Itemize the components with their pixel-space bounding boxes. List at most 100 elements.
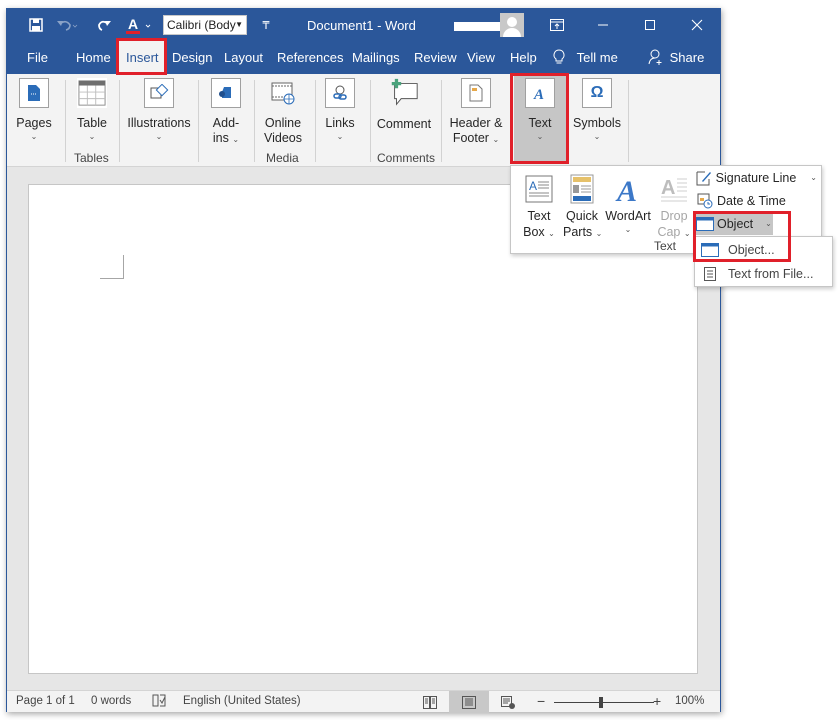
group-separator bbox=[254, 80, 255, 162]
symbols-icon: Ω bbox=[582, 78, 612, 108]
tab-review[interactable]: Review bbox=[414, 41, 457, 74]
chevron-down-icon: ⌄ bbox=[595, 229, 603, 238]
links-button[interactable]: Links ⌄ bbox=[322, 78, 358, 143]
online-videos-icon bbox=[268, 78, 298, 108]
chevron-down-icon: ⌄ bbox=[536, 132, 544, 141]
drop-cap-label-2: Cap bbox=[657, 225, 681, 239]
chevron-down-icon: ⌄ bbox=[765, 219, 772, 228]
tell-me-label: Tell me bbox=[576, 50, 618, 65]
signature-line-icon bbox=[695, 170, 714, 186]
chevron-down-icon: ⌄ bbox=[155, 132, 163, 141]
lightbulb-icon bbox=[552, 49, 566, 65]
text-box-label: Text bbox=[527, 209, 551, 223]
table-button[interactable]: Table ⌄ bbox=[74, 78, 110, 143]
tab-insert[interactable]: Insert bbox=[118, 41, 167, 74]
quick-parts-button[interactable]: Quick Parts ⌄ bbox=[563, 170, 603, 240]
page-count[interactable]: Page 1 of 1 bbox=[16, 695, 75, 707]
add-ins-button[interactable]: Add- ins ⌄ bbox=[208, 78, 244, 146]
zoom-in-button[interactable]: + bbox=[653, 693, 661, 709]
web-layout-icon[interactable] bbox=[488, 691, 528, 713]
proofing-icon[interactable] bbox=[152, 694, 166, 710]
read-mode-icon[interactable] bbox=[410, 691, 450, 713]
pages-label: Pages bbox=[16, 116, 52, 130]
tab-file[interactable]: File bbox=[27, 41, 48, 74]
margin-corner-mark bbox=[100, 255, 124, 279]
comment-button[interactable]: Comment bbox=[375, 78, 433, 132]
group-label-comments: Comments bbox=[377, 151, 436, 165]
font-dropdown-icon[interactable]: ▼ bbox=[235, 16, 243, 34]
document-title: Document1 - Word bbox=[307, 18, 416, 33]
online-videos-button[interactable]: Online Videos bbox=[262, 78, 304, 145]
pages-button[interactable]: Pages ⌄ bbox=[16, 78, 52, 143]
close-icon[interactable] bbox=[674, 9, 720, 41]
tab-layout[interactable]: Layout bbox=[224, 41, 263, 74]
signature-line-button[interactable]: Signature Line ⌄ bbox=[695, 167, 817, 189]
zoom-level[interactable]: 100% bbox=[675, 695, 704, 707]
menu-item-object-label: Object... bbox=[728, 243, 775, 257]
text-button[interactable]: A Text ⌄ bbox=[520, 78, 560, 143]
redo-icon[interactable] bbox=[95, 16, 113, 34]
maximize-icon[interactable] bbox=[627, 9, 673, 41]
user-name-redacted bbox=[454, 22, 500, 31]
illustrations-button[interactable]: Illustrations ⌄ bbox=[127, 78, 191, 143]
share-button[interactable]: Share bbox=[648, 41, 704, 74]
chevron-down-icon: ⌄ bbox=[88, 132, 96, 141]
tell-me-search[interactable]: Tell me bbox=[552, 41, 618, 74]
object-label: Object bbox=[717, 217, 754, 231]
tab-mailings[interactable]: Mailings bbox=[352, 41, 400, 74]
text-box-label-2: Box bbox=[523, 225, 545, 239]
symbols-button[interactable]: Ω Symbols ⌄ bbox=[573, 78, 621, 143]
comment-icon bbox=[387, 78, 421, 108]
wordart-button[interactable]: A WordArt ⌄ bbox=[604, 170, 652, 236]
tab-references[interactable]: References bbox=[277, 41, 343, 74]
chevron-down-icon: ⌄ bbox=[810, 173, 817, 182]
text-label: Text bbox=[528, 116, 552, 130]
object-button[interactable]: Object ⌄ bbox=[695, 213, 773, 235]
tab-design[interactable]: Design bbox=[172, 41, 212, 74]
object-icon bbox=[695, 217, 715, 231]
tab-home[interactable]: Home bbox=[76, 41, 111, 74]
table-label: Table bbox=[77, 116, 107, 130]
add-ins-label: Add- bbox=[212, 116, 240, 130]
customize-qat-icon[interactable]: ₸ bbox=[259, 16, 273, 34]
zoom-out-button[interactable]: − bbox=[537, 693, 545, 709]
header-footer-label-2: Footer bbox=[452, 131, 489, 145]
links-label: Links bbox=[325, 116, 355, 130]
menu-item-text-from-file[interactable]: Text from File... bbox=[695, 262, 832, 286]
word-window: A Calibri (Body ▼ ₸ Document1 - Word File… bbox=[6, 8, 721, 713]
group-label-media: Media bbox=[266, 151, 299, 165]
avatar[interactable] bbox=[500, 13, 524, 37]
menu-item-object[interactable]: Object... bbox=[695, 238, 832, 262]
group-separator bbox=[370, 80, 371, 162]
word-count[interactable]: 0 words bbox=[91, 695, 131, 707]
print-layout-icon[interactable] bbox=[449, 691, 489, 713]
zoom-slider[interactable] bbox=[554, 702, 654, 703]
chevron-down-icon: ⌄ bbox=[548, 229, 555, 238]
wordart-icon: A bbox=[604, 170, 652, 204]
font-name-box[interactable]: Calibri (Body ▼ bbox=[163, 15, 247, 35]
header-footer-icon bbox=[461, 78, 491, 108]
document-page[interactable] bbox=[28, 184, 698, 674]
svg-text:A: A bbox=[128, 16, 138, 32]
zoom-slider-thumb[interactable] bbox=[599, 697, 603, 708]
tab-view[interactable]: View bbox=[467, 41, 495, 74]
share-label: Share bbox=[669, 50, 705, 65]
svg-text:A: A bbox=[529, 179, 537, 193]
header-footer-button[interactable]: Header & Footer ⌄ bbox=[448, 78, 504, 146]
chevron-down-icon: ⌄ bbox=[492, 135, 500, 144]
minimize-icon[interactable] bbox=[580, 9, 626, 41]
language[interactable]: English (United States) bbox=[183, 695, 301, 707]
drop-cap-button[interactable]: A Drop Cap ⌄ bbox=[657, 170, 691, 240]
date-time-label: Date & Time bbox=[717, 194, 786, 208]
header-footer-label: Header & bbox=[449, 116, 503, 130]
object-icon bbox=[695, 243, 725, 257]
quick-parts-icon bbox=[563, 170, 601, 204]
text-box-button[interactable]: A Text Box ⌄ bbox=[521, 170, 557, 240]
group-separator bbox=[441, 80, 442, 162]
ribbon-display-options-icon[interactable] bbox=[534, 9, 580, 41]
date-time-button[interactable]: Date & Time bbox=[695, 190, 786, 212]
save-icon[interactable] bbox=[27, 16, 45, 34]
tab-help[interactable]: Help bbox=[510, 41, 537, 74]
undo-icon[interactable] bbox=[55, 16, 79, 34]
font-color-icon[interactable]: A bbox=[125, 16, 155, 34]
